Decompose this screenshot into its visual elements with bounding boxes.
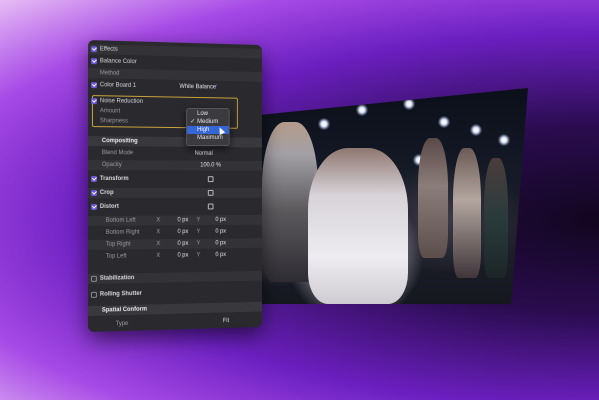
top-left-label: Top Left xyxy=(105,253,127,260)
type-label: Type xyxy=(115,320,129,328)
checkmark-icon: ✓ xyxy=(190,118,196,125)
bottom-left-y-value[interactable]: 0 px xyxy=(215,215,226,225)
y-label: Y xyxy=(196,240,201,247)
x-label: X xyxy=(156,229,161,236)
y-label: Y xyxy=(196,217,201,224)
y-label: Y xyxy=(196,229,201,235)
rolling-shutter-row[interactable]: Rolling Shutter xyxy=(88,286,262,300)
bottom-right-label: Bottom Right xyxy=(105,229,140,236)
stabilization-label: Stabilization xyxy=(99,275,135,282)
bride-figure xyxy=(308,148,408,304)
noise-reduction-checkbox[interactable] xyxy=(90,98,97,105)
inspector-panel: Effects Balance Color Method Color Board… xyxy=(88,40,262,332)
y-label: Y xyxy=(196,252,201,259)
video-preview xyxy=(248,88,528,304)
type-popup[interactable]: Fit xyxy=(223,316,229,326)
x-label: X xyxy=(156,241,161,248)
bottom-right-y-value[interactable]: 0 px xyxy=(215,227,226,237)
top-left-y-value[interactable]: 0 px xyxy=(215,250,226,260)
spatial-conform-label: Spatial Conform xyxy=(101,306,148,314)
sharpness-row[interactable]: Sharpness xyxy=(88,116,262,128)
distort-checkbox[interactable] xyxy=(90,203,97,210)
menu-item-label: Maximum xyxy=(197,134,223,142)
transform-checkbox[interactable] xyxy=(90,176,97,183)
menu-item-low[interactable]: Low xyxy=(187,110,229,118)
menu-item-label: Medium xyxy=(197,118,219,126)
transform-row[interactable]: Transform xyxy=(88,174,262,184)
compositing-header[interactable]: Compositing xyxy=(88,136,262,148)
transform-label: Transform xyxy=(99,176,129,183)
distort-onscreen-control-icon[interactable] xyxy=(207,203,214,210)
noise-reduction-label: Noise Reduction xyxy=(99,98,143,105)
bottom-right-row[interactable]: Bottom Right X 0 px Y 0 px xyxy=(88,227,262,238)
sparkler-light xyxy=(318,118,330,130)
opacity-value[interactable]: 100.0 % xyxy=(200,161,221,171)
sparkler-light xyxy=(356,104,368,116)
guest-figure xyxy=(453,148,481,278)
top-left-x-value[interactable]: 0 px xyxy=(177,251,188,261)
top-right-row[interactable]: Top Right X 0 px Y 0 px xyxy=(88,238,262,250)
menu-item-label: Low xyxy=(197,110,209,118)
crop-checkbox[interactable] xyxy=(90,189,97,196)
method-label: Method xyxy=(99,70,120,77)
rolling-shutter-label: Rolling Shutter xyxy=(99,290,142,298)
crop-row[interactable]: Crop xyxy=(88,187,262,198)
sparkler-light xyxy=(438,116,450,128)
eyedropper-icon[interactable]: ⁄ xyxy=(215,83,216,93)
menu-item-label: High xyxy=(197,127,210,134)
crop-label: Crop xyxy=(99,189,114,196)
x-label: X xyxy=(156,253,161,259)
opacity-label: Opacity xyxy=(101,162,122,169)
menu-item-medium[interactable]: ✓ Medium xyxy=(187,118,229,126)
stabilization-row[interactable]: Stabilization xyxy=(88,270,262,284)
color-board-label: Color Board 1 xyxy=(99,82,137,89)
top-right-x-value[interactable]: 0 px xyxy=(177,239,188,249)
menu-item-maximum[interactable]: Maximum xyxy=(187,134,229,142)
opacity-row[interactable]: Opacity 100.0 % xyxy=(88,160,262,171)
bottom-left-x-value[interactable]: 0 px xyxy=(177,215,188,225)
stabilization-checkbox[interactable] xyxy=(90,275,97,282)
bottom-left-row[interactable]: Bottom Left X 0 px Y 0 px xyxy=(88,214,262,226)
color-board-checkbox[interactable] xyxy=(90,82,97,89)
guest-figure xyxy=(418,138,448,258)
rolling-shutter-checkbox[interactable] xyxy=(90,291,97,298)
method-value-popup[interactable]: White Balance xyxy=(179,82,216,93)
transform-onscreen-control-icon[interactable] xyxy=(207,176,214,183)
balance-color-checkbox[interactable] xyxy=(90,58,97,65)
crop-onscreen-control-icon[interactable] xyxy=(207,189,214,196)
balance-color-label: Balance Color xyxy=(99,58,137,66)
distort-row[interactable]: Distort xyxy=(88,201,262,212)
x-label: X xyxy=(156,217,161,224)
top-right-label: Top Right xyxy=(105,241,131,248)
sparkler-light xyxy=(470,124,482,136)
effects-label: Effects xyxy=(99,46,118,53)
amount-label: Amount xyxy=(99,108,121,115)
bottom-right-x-value[interactable]: 0 px xyxy=(177,227,188,237)
effects-checkbox[interactable] xyxy=(90,46,97,53)
top-right-y-value[interactable]: 0 px xyxy=(215,239,226,249)
top-left-row[interactable]: Top Left X 0 px Y 0 px xyxy=(88,250,262,262)
blend-mode-popup[interactable]: Normal xyxy=(195,149,213,159)
color-board-row[interactable]: Color Board 1 White Balance ⁄ xyxy=(88,80,262,93)
bottom-left-label: Bottom Left xyxy=(105,217,136,224)
sparkler-light xyxy=(498,134,510,146)
compositing-label: Compositing xyxy=(101,138,138,145)
sharpness-label: Sharpness xyxy=(99,118,128,125)
spatial-conform-header[interactable]: Spatial Conform xyxy=(88,301,262,316)
blend-mode-row[interactable]: Blend Mode Normal xyxy=(88,148,262,159)
guest-figure xyxy=(484,158,508,278)
blend-mode-label: Blend Mode xyxy=(101,150,134,157)
distort-label: Distort xyxy=(99,203,119,210)
